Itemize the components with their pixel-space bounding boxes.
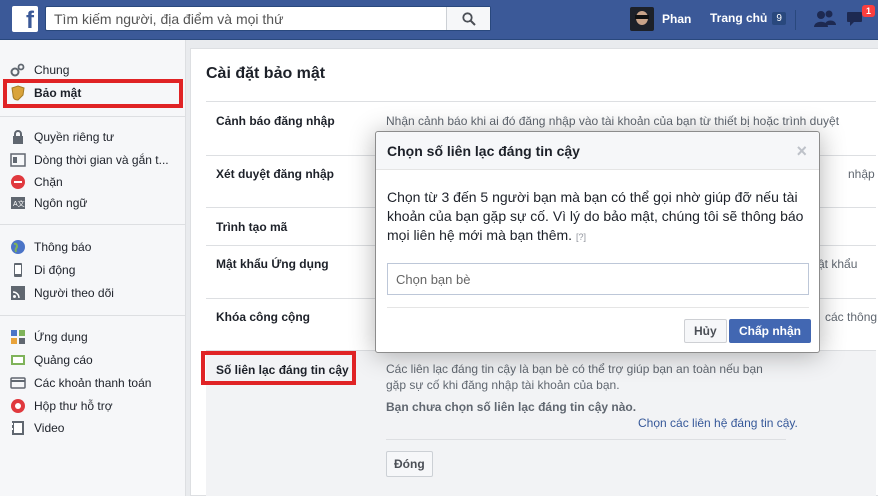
divider bbox=[0, 116, 186, 117]
sidebar-item-label: Quảng cáo bbox=[34, 353, 93, 367]
cancel-button[interactable]: Hủy bbox=[684, 319, 727, 343]
divider bbox=[386, 439, 786, 440]
facebook-logo[interactable]: f bbox=[12, 6, 38, 32]
search-button[interactable] bbox=[446, 7, 490, 30]
row-desc: Các liên lạc đáng tin cậy là bạn bè có t… bbox=[386, 362, 763, 392]
sidebar-item-label: Ngôn ngữ bbox=[34, 196, 88, 210]
sidebar-item-followers[interactable]: Người theo dõi bbox=[10, 283, 114, 303]
highlight-box bbox=[201, 351, 356, 385]
sidebar-item-blocking[interactable]: Chặn bbox=[10, 172, 63, 192]
sidebar-item-label: Hộp thư hỗ trợ bbox=[34, 399, 113, 413]
row-desc: ật khẩu bbox=[818, 257, 858, 271]
payment-icon bbox=[10, 375, 26, 391]
choose-friends-input[interactable] bbox=[387, 263, 809, 295]
search-box bbox=[45, 6, 491, 31]
row-label: Trình tạo mã bbox=[216, 220, 288, 234]
sidebar-item-timeline[interactable]: Dòng thời gian và gắn t... bbox=[10, 150, 169, 170]
row-desc: Nhận cảnh báo khi ai đó đăng nhập vào tà… bbox=[386, 114, 840, 128]
sidebar-item-apps[interactable]: Ứng dụng bbox=[10, 327, 88, 347]
video-icon bbox=[10, 420, 26, 436]
sidebar-item-privacy[interactable]: Quyền riêng tư bbox=[10, 127, 114, 147]
row-label: Xét duyệt đăng nhập bbox=[216, 167, 335, 181]
sidebar-item-label: Dòng thời gian và gắn t... bbox=[34, 153, 169, 167]
svg-text:A文: A文 bbox=[13, 199, 25, 208]
friend-requests-icon[interactable] bbox=[814, 9, 836, 29]
home-link[interactable]: Trang chủ 9 bbox=[710, 11, 786, 25]
top-bar: f Phan Trang chủ 9 1 bbox=[0, 0, 878, 40]
sidebar-item-language[interactable]: A文 Ngôn ngữ bbox=[10, 193, 87, 213]
row-label: Mật khẩu Ứng dụng bbox=[216, 257, 329, 271]
profile-name: Phan bbox=[662, 12, 692, 26]
timeline-icon bbox=[10, 152, 26, 168]
row-label: Khóa công cộng bbox=[216, 310, 310, 324]
divider bbox=[0, 315, 186, 316]
sidebar-item-label: Di động bbox=[34, 263, 76, 277]
sidebar-item-videos[interactable]: Video bbox=[10, 418, 64, 438]
dialog-text: Chọn từ 3 đến 5 người bạn mà bạn có thể … bbox=[387, 189, 804, 243]
sidebar-item-ads[interactable]: Quảng cáo bbox=[10, 350, 93, 370]
trusted-contacts-dialog: Chọn số liên lạc đáng tin cậy × Chọn từ … bbox=[375, 131, 820, 353]
close-button[interactable]: Đóng bbox=[386, 451, 433, 477]
home-count: 9 bbox=[772, 11, 786, 25]
sidebar-item-label: Thông báo bbox=[34, 240, 92, 254]
profile-link[interactable]: Phan bbox=[630, 6, 691, 32]
block-icon bbox=[10, 174, 26, 190]
sidebar-item-label: Chặn bbox=[34, 175, 63, 189]
search-icon bbox=[462, 12, 476, 26]
help-link[interactable]: [?] bbox=[576, 232, 586, 242]
sidebar-item-label: Ứng dụng bbox=[34, 330, 88, 344]
home-label: Trang chủ bbox=[710, 11, 768, 25]
page-title: Cài đặt bảo mật bbox=[206, 65, 326, 82]
row-desc: nhập bbox=[848, 167, 875, 181]
divider bbox=[0, 224, 186, 225]
dialog-title: Chọn số liên lạc đáng tin cậy bbox=[387, 143, 580, 159]
confirm-button[interactable]: Chấp nhận bbox=[729, 319, 811, 343]
sidebar-item-label: Người theo dõi bbox=[34, 286, 114, 300]
sidebar-item-support-inbox[interactable]: Hộp thư hỗ trợ bbox=[10, 396, 113, 416]
sidebar-item-label: Chung bbox=[34, 63, 70, 77]
row-desc: các thông bbox=[825, 310, 878, 324]
row-label: Cảnh báo đăng nhập bbox=[216, 114, 335, 128]
search-input[interactable] bbox=[46, 7, 446, 30]
sidebar-item-label: Các khoản thanh toán bbox=[34, 376, 152, 390]
dialog-header: Chọn số liên lạc đáng tin cậy × bbox=[376, 132, 819, 170]
close-icon[interactable]: × bbox=[796, 141, 807, 162]
globe-icon bbox=[10, 239, 26, 255]
sidebar-item-label: Quyền riêng tư bbox=[34, 130, 115, 144]
sidebar-item-label: Video bbox=[34, 421, 65, 435]
divider bbox=[387, 307, 809, 308]
rss-icon bbox=[10, 285, 26, 301]
messages-badge: 1 bbox=[862, 5, 876, 17]
trusted-contacts-warning: Bạn chưa chọn số liên lạc đáng tin cậy n… bbox=[386, 400, 637, 414]
avatar bbox=[630, 7, 654, 31]
sidebar-item-notifications[interactable]: Thông báo bbox=[10, 237, 91, 257]
divider bbox=[795, 10, 796, 30]
language-icon: A文 bbox=[10, 195, 26, 211]
sidebar-item-payments[interactable]: Các khoản thanh toán bbox=[10, 373, 151, 393]
apps-icon bbox=[10, 329, 26, 345]
choose-trusted-contacts-link[interactable]: Chọn các liên hệ đáng tin cậy. bbox=[638, 416, 798, 430]
sidebar-item-general[interactable]: Chung bbox=[10, 60, 69, 80]
support-icon bbox=[10, 398, 26, 414]
gear-icon bbox=[10, 62, 26, 78]
highlight-box bbox=[3, 79, 183, 108]
lock-icon bbox=[10, 129, 26, 145]
settings-sidebar: Chung Bảo mật Quyền riêng tư Dòng thời g… bbox=[0, 40, 186, 496]
ads-icon bbox=[10, 352, 26, 368]
sidebar-item-mobile[interactable]: Di động bbox=[10, 260, 75, 280]
mobile-icon bbox=[10, 262, 26, 278]
dialog-description: Chọn từ 3 đến 5 người bạn mà bạn có thể … bbox=[387, 188, 812, 247]
